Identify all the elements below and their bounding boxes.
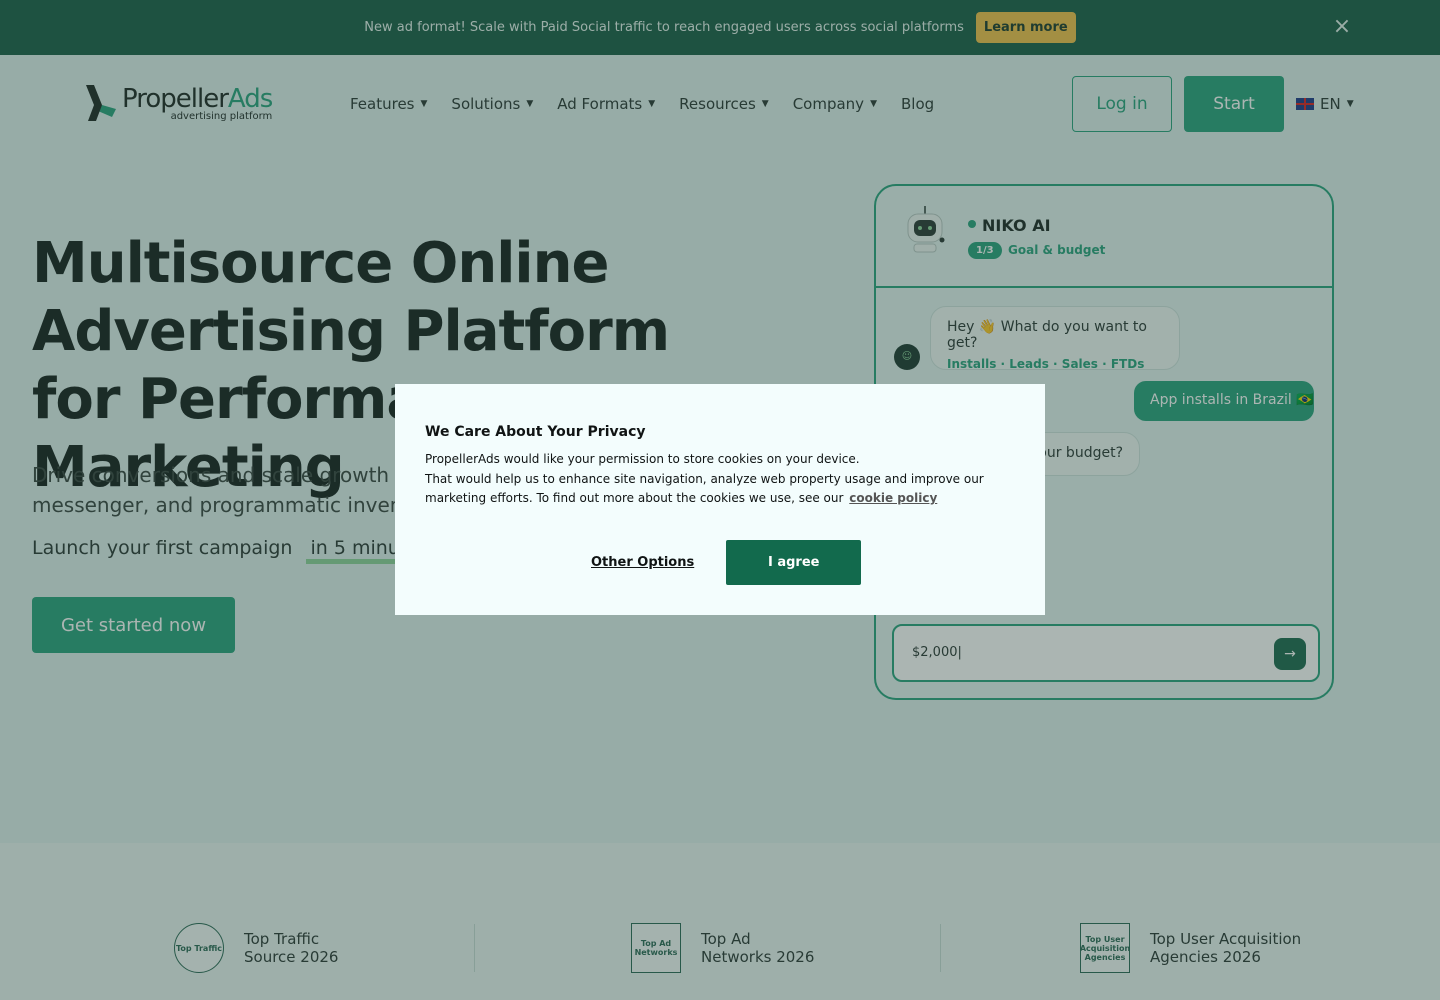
cookie-policy-link[interactable]: cookie policy [849,491,937,505]
cookie-consent-modal: We Care About Your Privacy PropellerAds … [395,384,1045,615]
modal-actions: Other Options I agree [591,540,862,585]
modal-title: We Care About Your Privacy [425,424,646,440]
agree-button[interactable]: I agree [726,540,862,585]
other-options-button[interactable]: Other Options [591,555,694,570]
modal-body: PropellerAds would like your permission … [425,452,984,505]
